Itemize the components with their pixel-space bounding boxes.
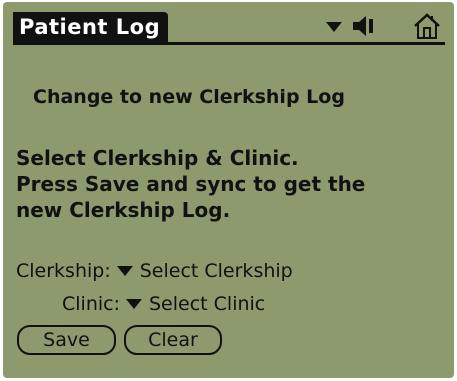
app-title[interactable]: Patient Log bbox=[13, 12, 169, 42]
save-button[interactable]: Save bbox=[17, 325, 116, 355]
palm-screen: Patient Log Change to new Clerkship Log … bbox=[3, 2, 454, 378]
clinic-label: Clinic: bbox=[62, 293, 120, 315]
home-icon[interactable] bbox=[413, 12, 441, 40]
instruction-line: Press Save and sync to get the bbox=[16, 172, 366, 196]
clinic-select[interactable]: Select Clinic bbox=[126, 293, 265, 315]
clerkship-label: Clerkship: bbox=[16, 260, 111, 282]
chevron-down-icon[interactable] bbox=[326, 22, 342, 32]
clear-button[interactable]: Clear bbox=[124, 325, 222, 355]
clerkship-field: Clerkship: Select Clerkship bbox=[16, 258, 293, 284]
title-divider bbox=[13, 42, 445, 45]
instruction-line: new Clerkship Log. bbox=[16, 198, 231, 222]
instructions-text: Select Clerkship & Clinic. Press Save an… bbox=[16, 145, 446, 223]
speaker-icon[interactable] bbox=[351, 14, 377, 38]
clerkship-select[interactable]: Select Clerkship bbox=[116, 260, 293, 282]
instruction-line: Select Clerkship & Clinic. bbox=[16, 146, 299, 170]
clinic-field: Clinic: Select Clinic bbox=[62, 291, 265, 317]
dropdown-arrow-icon[interactable] bbox=[126, 299, 142, 309]
page-heading: Change to new Clerkship Log bbox=[33, 86, 345, 108]
dropdown-arrow-icon[interactable] bbox=[116, 266, 133, 276]
clerkship-select-value[interactable]: Select Clerkship bbox=[140, 260, 293, 282]
clinic-select-value[interactable]: Select Clinic bbox=[149, 293, 265, 315]
